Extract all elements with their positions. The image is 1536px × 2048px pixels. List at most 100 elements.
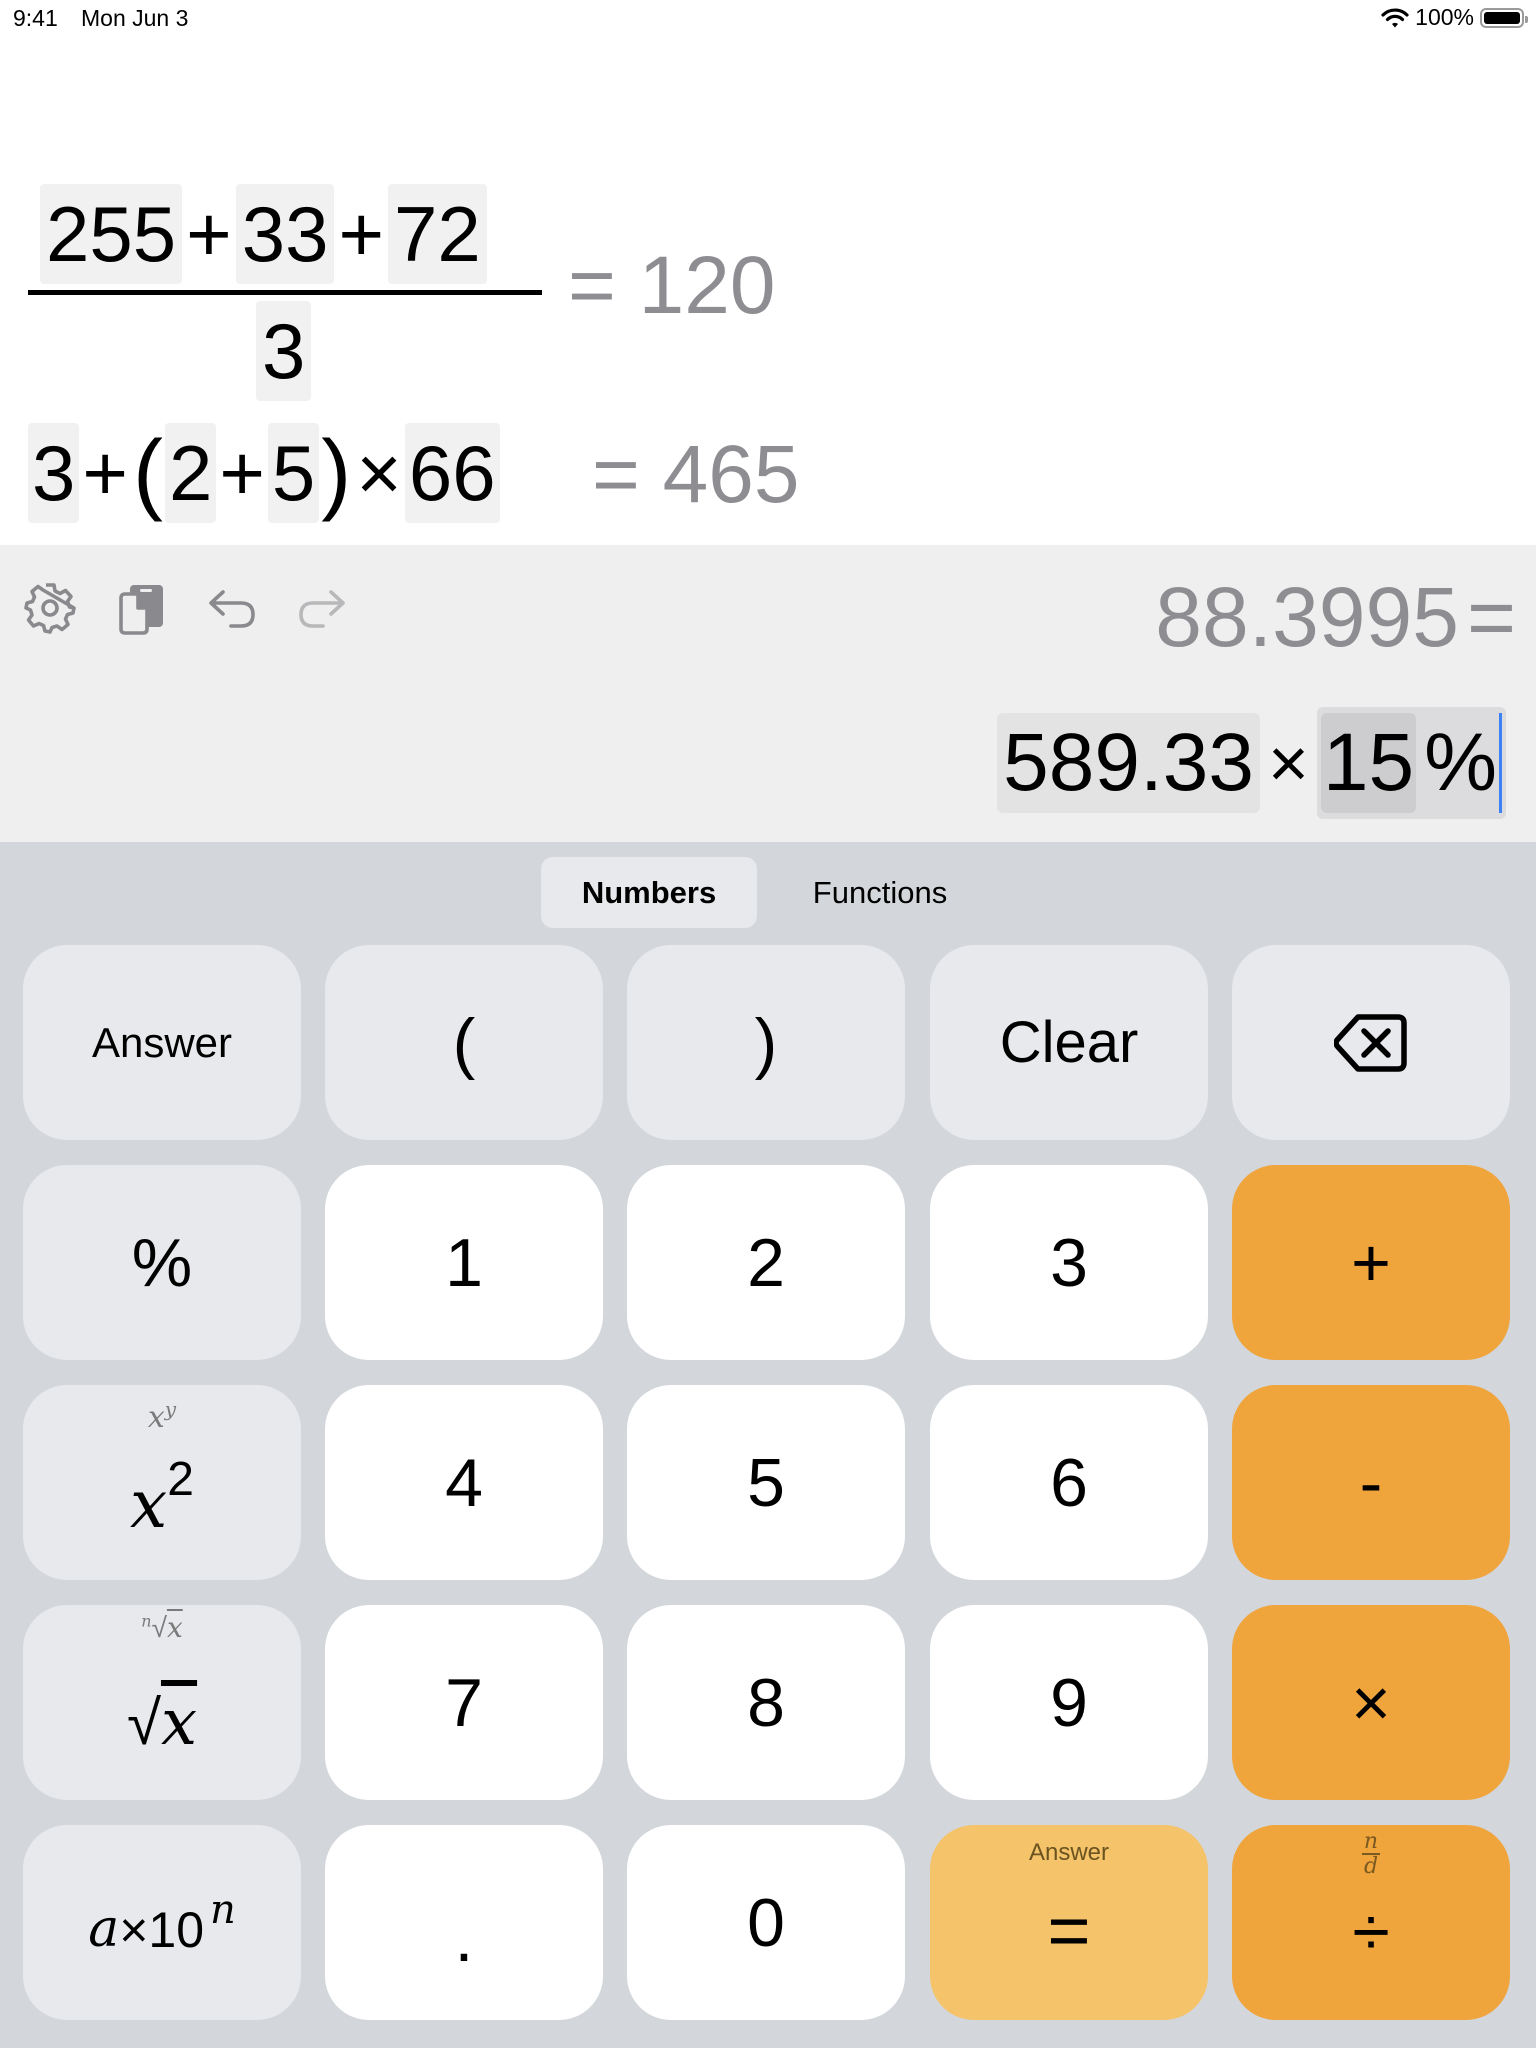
battery-percent: 100% <box>1415 4 1474 30</box>
answer-key[interactable]: Answer <box>23 945 301 1140</box>
expression-input[interactable]: 589.33 × 15 % <box>997 707 1506 819</box>
digit-5-key[interactable]: 5 <box>627 1385 905 1580</box>
digit-3-key[interactable]: 3 <box>930 1165 1208 1360</box>
minus-key[interactable]: - <box>1232 1385 1510 1580</box>
percent-group[interactable]: 15 % <box>1316 707 1506 819</box>
digit-9-key[interactable]: 9 <box>930 1605 1208 1800</box>
token-number[interactable]: 33 <box>235 184 335 284</box>
digit-2-key[interactable]: 2 <box>627 1165 905 1360</box>
fraction-hint-den: d <box>1363 1854 1379 1879</box>
token-operator: + <box>338 189 385 278</box>
text-caret <box>1499 713 1502 813</box>
digit-label: 0 <box>747 1884 785 1961</box>
open-paren-key[interactable]: ( <box>325 945 603 1140</box>
battery-fill <box>1484 11 1520 24</box>
nth-root-symbol: √ <box>151 1612 167 1643</box>
undo-icon[interactable] <box>205 580 261 636</box>
nth-root-var: x <box>166 1611 183 1644</box>
answer-key-label: Answer <box>91 1018 233 1066</box>
status-date: Mon Jun 3 <box>81 5 189 31</box>
token-number[interactable]: 72 <box>388 184 487 284</box>
token-number[interactable]: 5 <box>267 423 320 523</box>
digit-8-key[interactable]: 8 <box>627 1605 905 1800</box>
token-open-paren: ( <box>132 422 163 523</box>
clear-key[interactable]: Clear <box>930 945 1208 1140</box>
plus-label: + <box>1351 1224 1391 1301</box>
square-key[interactable]: xy x 2 <box>23 1385 301 1580</box>
status-time: 9:41 <box>13 5 58 31</box>
previous-result-value: 88.3995 <box>1155 570 1459 664</box>
nth-root-index: n <box>141 1611 152 1631</box>
sci-times-ten: ×10 <box>119 1901 205 1958</box>
input-panel: 88.3995= 589.33 × 15 % <box>0 545 1536 842</box>
power-hint-base: x <box>147 1400 165 1435</box>
digit-label: 1 <box>445 1224 483 1301</box>
digit-label: 3 <box>1050 1224 1088 1301</box>
plus-key[interactable]: + <box>1232 1165 1510 1360</box>
sci-label: a ×10 n <box>88 1887 236 1959</box>
token-number[interactable]: 3 <box>28 423 80 523</box>
gear-icon[interactable] <box>22 580 78 636</box>
fraction-numerator: 255 + 33 + 72 <box>40 184 487 284</box>
token-operator: + <box>186 189 232 278</box>
sqrt-var: x <box>160 1685 198 1760</box>
divide-label: ÷ <box>1352 1893 1390 1970</box>
token-number[interactable]: 2 <box>164 423 217 523</box>
clear-key-label: Clear <box>999 1010 1139 1075</box>
close-paren-key[interactable]: ) <box>627 945 905 1140</box>
equals-hint: Answer <box>1028 1839 1110 1866</box>
operator-multiply: × <box>1267 724 1309 802</box>
multiply-label: × <box>1351 1664 1391 1741</box>
equals-key[interactable]: Answer = <box>930 1825 1208 2020</box>
redo-icon[interactable] <box>293 580 349 636</box>
sqrt-label: √x <box>127 1682 197 1760</box>
power-hint-exp: y <box>164 1397 177 1421</box>
token-operator: + <box>219 428 265 517</box>
calculator-keyboard: Numbers Functions Answer ( ) Clear % 1 2… <box>0 842 1536 2048</box>
token-number[interactable]: 66 <box>404 423 500 523</box>
minus-label: - <box>1359 1444 1383 1521</box>
token-operator: × <box>356 428 402 517</box>
fraction-denominator[interactable]: 3 <box>256 301 312 401</box>
token-number[interactable]: 255 <box>40 184 183 284</box>
digit-label: 4 <box>445 1444 483 1521</box>
backspace-key[interactable] <box>1232 945 1510 1140</box>
history-entry-inline[interactable]: 3 + ( 2 + 5 ) × 66 <box>28 423 500 523</box>
digit-0-key[interactable]: 0 <box>627 1825 905 2020</box>
token-close-paren: ) <box>321 422 352 523</box>
digit-label: 7 <box>445 1664 483 1741</box>
open-paren-label: ( <box>452 1004 476 1081</box>
square-base: x <box>130 1466 168 1543</box>
multiply-key[interactable]: × <box>1232 1605 1510 1800</box>
percent-key[interactable]: % <box>23 1165 301 1360</box>
nth-root-hint: n√x <box>23 1611 301 1644</box>
decimal-key[interactable]: . <box>325 1825 603 2020</box>
operand-1[interactable]: 589.33 <box>997 713 1260 813</box>
digit-7-key[interactable]: 7 <box>325 1605 603 1800</box>
history-result[interactable]: = 120 <box>568 245 775 327</box>
operand-2[interactable]: 15 <box>1320 713 1417 813</box>
close-paren-label: ) <box>754 1004 778 1081</box>
sci-exp: n <box>210 1886 236 1933</box>
copy-icon[interactable] <box>113 580 169 636</box>
fraction-hint: n d <box>1232 1831 1510 1879</box>
battery-cap <box>1525 15 1528 23</box>
square-root-key[interactable]: n√x √x <box>23 1605 301 1800</box>
digit-1-key[interactable]: 1 <box>325 1165 603 1360</box>
divide-key[interactable]: n d ÷ <box>1232 1825 1510 2020</box>
digit-label: 6 <box>1050 1444 1088 1521</box>
digit-4-key[interactable]: 4 <box>325 1385 603 1580</box>
power-hint: xy <box>23 1397 301 1435</box>
equals-label: = <box>1047 1889 1091 1972</box>
tab-functions[interactable]: Functions <box>780 857 980 928</box>
square-label: x 2 <box>130 1452 194 1543</box>
scientific-notation-key[interactable]: a ×10 n <box>23 1825 301 2020</box>
history-result[interactable]: = 465 <box>592 434 799 516</box>
wifi-icon <box>1381 7 1409 27</box>
tab-numbers[interactable]: Numbers <box>541 857 757 928</box>
status-right: 100% <box>1381 4 1528 31</box>
previous-result[interactable]: 88.3995= <box>1155 575 1516 659</box>
battery-icon <box>1480 7 1528 28</box>
digit-6-key[interactable]: 6 <box>930 1385 1208 1580</box>
digit-label: 5 <box>747 1444 785 1521</box>
